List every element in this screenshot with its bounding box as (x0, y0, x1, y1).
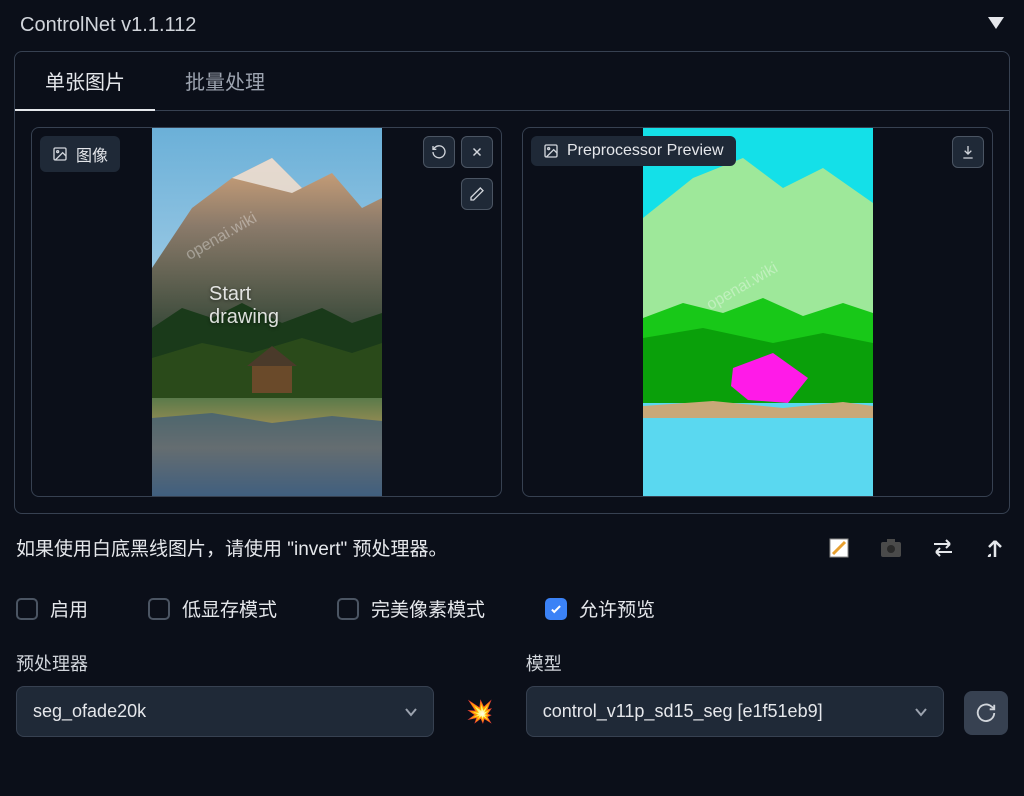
chevron-down-icon (405, 707, 417, 717)
draw-hint: Start drawing (209, 283, 324, 329)
run-preprocessor-button[interactable]: 💥 (454, 687, 505, 737)
checkbox-checked-icon (545, 598, 567, 620)
tab-bar: 单张图片 批量处理 (15, 52, 1009, 111)
download-icon (960, 144, 976, 160)
tab-batch[interactable]: 批量处理 (155, 52, 295, 111)
checkbox-icon (337, 598, 359, 620)
edit-button[interactable] (461, 178, 493, 210)
close-icon (470, 145, 484, 159)
collapse-icon[interactable] (988, 14, 1004, 37)
preprocessor-select[interactable]: seg_ofade20k (16, 686, 434, 737)
model-label: 模型 (526, 650, 944, 676)
main-panel: 单张图片 批量处理 图像 (14, 51, 1010, 514)
camera-button[interactable] (878, 535, 904, 561)
refresh-models-button[interactable] (964, 691, 1008, 735)
image-label: 图像 (40, 136, 120, 172)
preview-image: openai.wiki (643, 128, 873, 497)
preview-label: Preprocessor Preview (531, 136, 736, 166)
undo-button[interactable] (423, 136, 455, 168)
pixelperfect-checkbox[interactable]: 完美像素模式 (337, 595, 485, 622)
send-button[interactable] (982, 535, 1008, 561)
hint-text: 如果使用白底黑线图片，请使用 "invert" 预处理器。 (16, 534, 448, 561)
chevron-down-icon (915, 707, 927, 717)
swap-button[interactable] (930, 535, 956, 561)
enable-checkbox[interactable]: 启用 (16, 595, 88, 622)
preprocessor-label: 预处理器 (16, 650, 434, 676)
refresh-icon (975, 702, 997, 724)
tab-single-image[interactable]: 单张图片 (15, 52, 155, 111)
allowpreview-checkbox[interactable]: 允许预览 (545, 595, 655, 622)
new-canvas-button[interactable] (826, 535, 852, 561)
pencil-icon (469, 186, 485, 202)
image-icon (543, 143, 559, 159)
panel-title: ControlNet v1.1.112 (20, 14, 196, 37)
image-icon (52, 146, 68, 162)
preview-image-box: Preprocessor Preview openai.wiki (522, 127, 993, 497)
source-image: Start drawing openai.wiki (152, 128, 382, 497)
checkbox-icon (16, 598, 38, 620)
model-select[interactable]: control_v11p_sd15_seg [e1f51eb9] (526, 686, 944, 737)
checkbox-icon (148, 598, 170, 620)
source-image-box[interactable]: 图像 (31, 127, 502, 497)
clear-button[interactable] (461, 136, 493, 168)
undo-icon (431, 144, 447, 160)
download-button[interactable] (952, 136, 984, 168)
lowvram-checkbox[interactable]: 低显存模式 (148, 595, 277, 622)
